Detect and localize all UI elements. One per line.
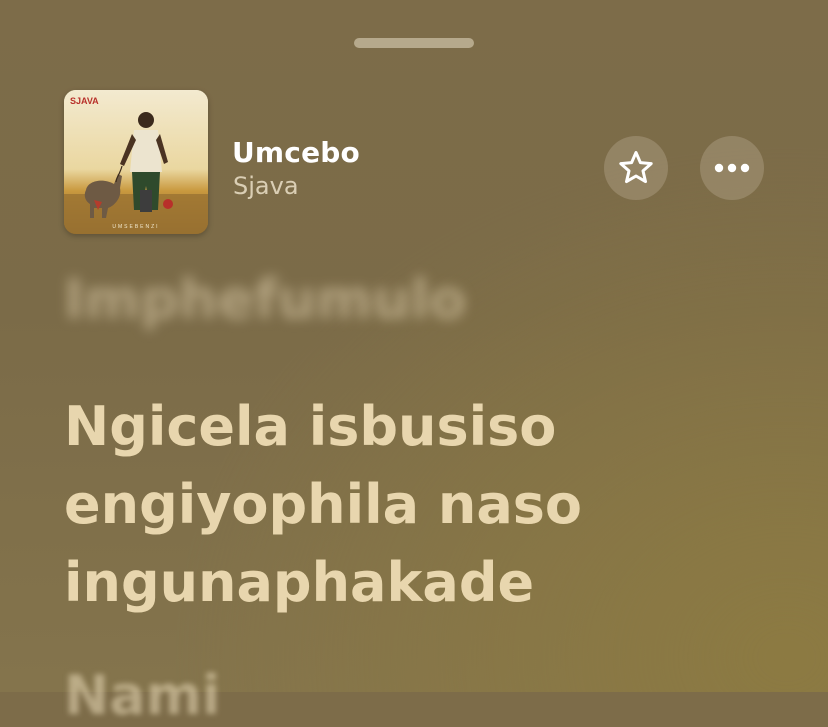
lyric-line-next[interactable]: Nami (64, 664, 220, 727)
sheet-grabber[interactable] (354, 38, 474, 48)
lyric-line-current[interactable]: Ngicela isbusiso engiyophila naso inguna… (64, 388, 804, 622)
favorite-button[interactable] (604, 136, 668, 200)
album-artwork[interactable]: SJAVA UMSEBENZI (64, 90, 208, 234)
lyric-line: ingunaphakade (64, 551, 535, 614)
artist-name[interactable]: Sjava (233, 172, 299, 200)
ellipsis-icon (714, 163, 750, 173)
more-options-button[interactable] (700, 136, 764, 200)
lyric-line: engiyophila naso (64, 473, 583, 536)
song-title: Umcebo (232, 136, 360, 169)
lyric-line: Ngicela isbusiso (64, 395, 557, 458)
album-artwork-image: SJAVA UMSEBENZI (64, 90, 208, 234)
star-icon (619, 151, 653, 184)
lyric-line-previous[interactable]: Imphefumulo (64, 268, 466, 331)
artwork-logo-text: SJAVA (70, 96, 99, 106)
artwork-subtitle-text: UMSEBENZI (112, 224, 159, 230)
